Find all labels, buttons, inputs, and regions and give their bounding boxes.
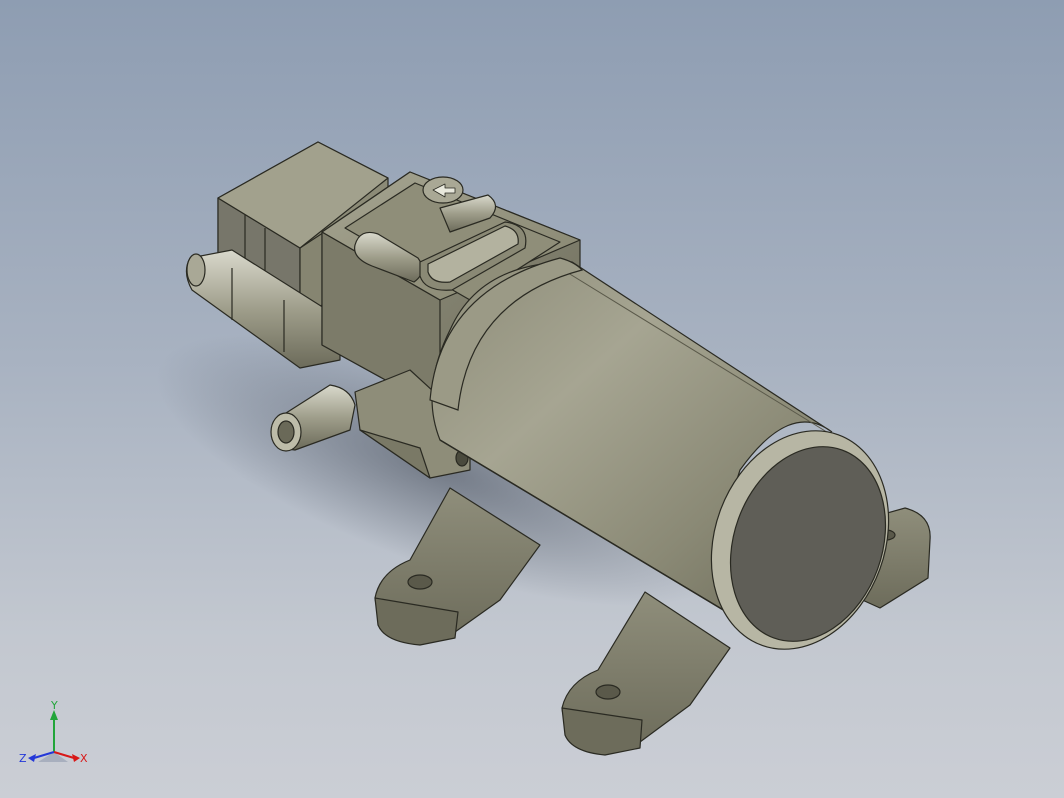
z-axis-label: Z xyxy=(19,752,27,765)
mounting-foot-right xyxy=(561,591,731,756)
graphics-viewport[interactable]: Y X Z xyxy=(0,0,1064,798)
triad-base-icon xyxy=(38,752,68,762)
view-orientation-triad[interactable]: Y X Z xyxy=(16,700,92,776)
y-axis-label: Y xyxy=(50,700,58,712)
pump-3d-model[interactable] xyxy=(0,0,1064,798)
x-axis-label: X xyxy=(80,752,88,765)
x-axis-arrow-icon xyxy=(72,754,80,762)
z-axis-arrow-icon xyxy=(28,754,36,762)
